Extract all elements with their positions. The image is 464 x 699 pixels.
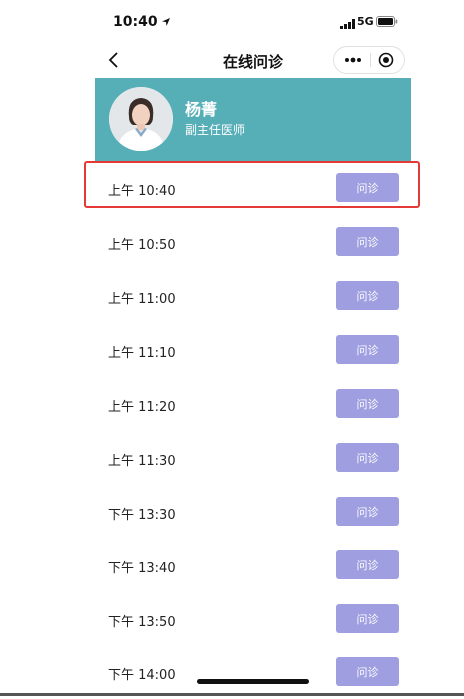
slot-time: 上午 10:40 (108, 184, 176, 199)
slot-time: 上午 11:10 (108, 346, 176, 361)
nav-bar: 在线问诊 (95, 44, 411, 78)
network-type: 5G (357, 15, 374, 28)
doctor-portrait-icon (109, 87, 173, 151)
home-indicator (197, 679, 309, 684)
signal-icon (340, 19, 355, 29)
consult-button[interactable]: 问诊 (336, 604, 399, 633)
battery-icon (376, 16, 398, 27)
status-time: 10:40 (113, 14, 158, 30)
slot-time: 下午 13:40 (108, 561, 176, 576)
location-arrow-icon (162, 18, 170, 26)
slot-time: 下午 14:00 (108, 668, 176, 683)
consult-button[interactable]: 问诊 (336, 335, 399, 364)
consult-button[interactable]: 问诊 (336, 281, 399, 310)
slot-time: 上午 11:00 (108, 292, 176, 307)
target-circle-icon[interactable] (378, 52, 394, 68)
consult-button[interactable]: 问诊 (336, 443, 399, 472)
consult-button[interactable]: 问诊 (336, 227, 399, 256)
time-slot-row: 上午 11:10 问诊 (95, 323, 411, 377)
consult-button[interactable]: 问诊 (336, 550, 399, 579)
consult-button[interactable]: 问诊 (336, 173, 399, 202)
time-slot-row: 下午 13:30 问诊 (95, 485, 411, 539)
slot-time: 上午 11:20 (108, 400, 176, 415)
consult-button[interactable]: 问诊 (336, 497, 399, 526)
doctor-name: 杨菁 (185, 100, 218, 119)
slot-time: 上午 11:30 (108, 454, 176, 469)
phone-screen: 10:40 5G 在线问诊 杨菁 副主任医师 上午 10:40 问诊 上午 10… (95, 0, 411, 696)
consult-button[interactable]: 问诊 (336, 657, 399, 686)
slot-time: 下午 13:30 (108, 508, 176, 523)
time-slot-row: 上午 11:00 问诊 (95, 269, 411, 323)
doctor-title: 副主任医师 (185, 123, 246, 137)
capsule-divider (370, 53, 371, 67)
time-slot-row: 上午 10:50 问诊 (95, 215, 411, 269)
doctor-header: 杨菁 副主任医师 (95, 78, 411, 161)
doctor-avatar (109, 87, 173, 151)
slot-time: 上午 10:50 (108, 238, 176, 253)
time-slot-row: 上午 11:30 问诊 (95, 431, 411, 485)
status-bar: 10:40 5G (95, 0, 411, 44)
slot-time: 下午 13:50 (108, 615, 176, 630)
time-slot-row: 上午 11:20 问诊 (95, 377, 411, 431)
time-slot-row: 下午 13:40 问诊 (95, 538, 411, 592)
time-slot-row: 下午 14:00 问诊 (95, 645, 411, 699)
mini-program-capsule (333, 46, 405, 74)
time-slot-row: 上午 10:40 问诊 (95, 161, 411, 215)
more-dots-icon[interactable] (344, 55, 362, 65)
time-slot-row: 下午 13:50 问诊 (95, 592, 411, 646)
consult-button[interactable]: 问诊 (336, 389, 399, 418)
